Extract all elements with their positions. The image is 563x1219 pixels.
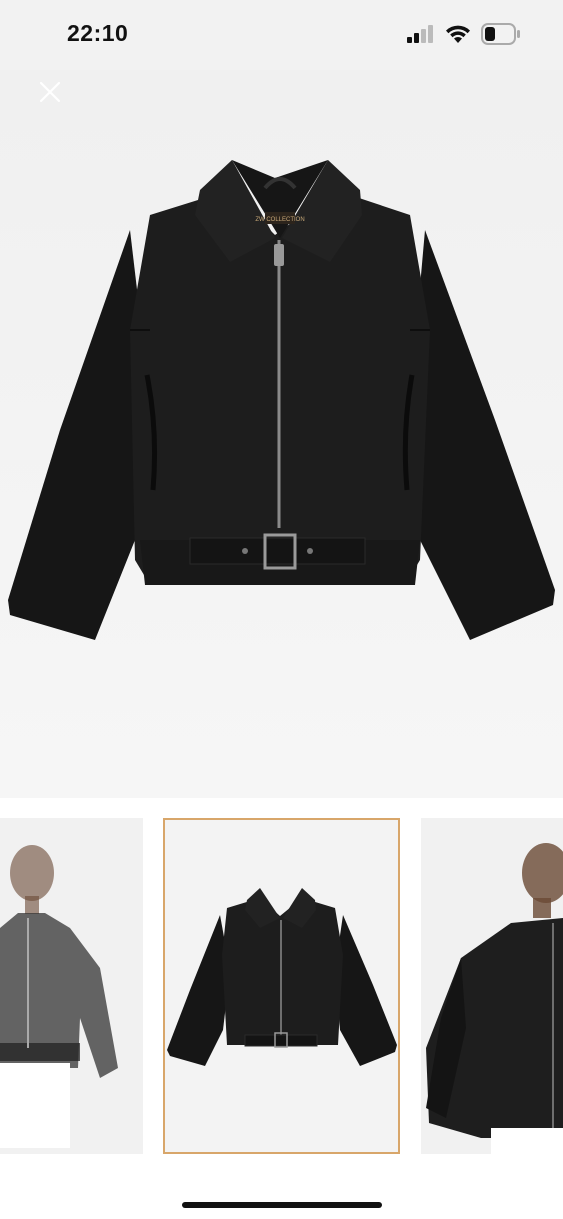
status-time: 22:10: [67, 20, 129, 46]
product-hero-image[interactable]: ZW COLLECTION: [0, 70, 563, 798]
cellular-signal-icon: [407, 25, 433, 43]
status-bar: 22:10: [0, 0, 563, 70]
wifi-icon: [446, 25, 470, 43]
close-icon: [39, 81, 61, 103]
battery-icon: [481, 23, 520, 45]
status-icons: [407, 22, 521, 46]
jacket-label: ZW COLLECTION: [255, 217, 304, 223]
jacket-illustration: ZW COLLECTION: [8, 160, 555, 640]
jacket-flat-thumbnail[interactable]: [163, 818, 400, 1154]
home-indicator[interactable]: [182, 1202, 382, 1208]
model-side-thumbnail[interactable]: [421, 818, 563, 1154]
close-button[interactable]: [34, 76, 66, 108]
model-front-thumbnail[interactable]: [0, 818, 143, 1154]
thumbnail-strip: [0, 798, 563, 1158]
